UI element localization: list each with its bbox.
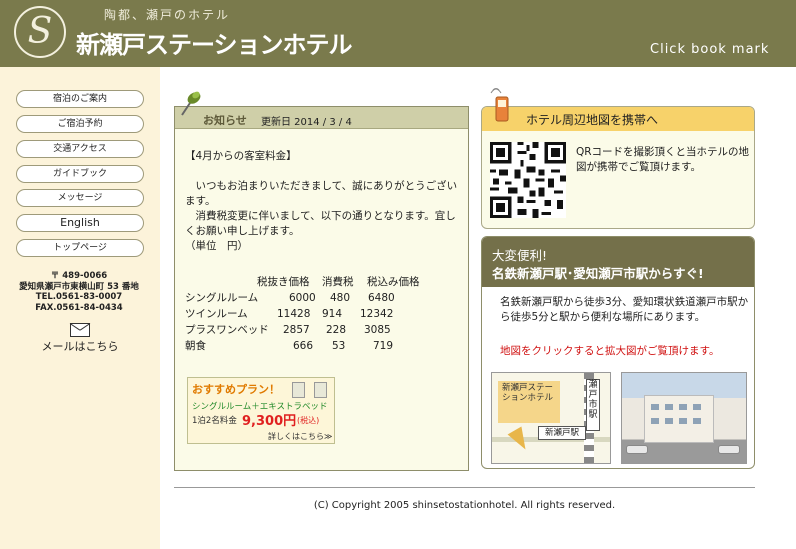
sidebar: 宿泊のご案内 ご宿泊予約 交通アクセス ガイドブック メッセージ English… bbox=[0, 67, 160, 549]
nav-stay-info[interactable]: 宿泊のご案内 bbox=[16, 90, 144, 108]
qr-panel-title: ホテル周辺地図を携帯へ bbox=[526, 113, 659, 127]
rate-base: 666 bbox=[293, 340, 314, 352]
rate-tax: 480 bbox=[330, 292, 351, 304]
access-panel: 大変便利! 名鉄新瀬戸駅･愛知瀬戸市駅からすぐ! 名鉄新瀬戸駅から徒歩3分、愛知… bbox=[481, 236, 755, 469]
promo-price: 9,300円 bbox=[242, 414, 297, 429]
map-seto-shi-station: 瀬戸市駅 bbox=[586, 379, 600, 431]
rate-base: 11428 bbox=[277, 308, 311, 320]
rate-room: プラスワンベッド bbox=[185, 324, 269, 336]
nav-message[interactable]: メッセージ bbox=[16, 189, 144, 207]
access-header: 大変便利! 名鉄新瀬戸駅･愛知瀬戸市駅からすぐ! bbox=[482, 237, 754, 287]
copyright: (C) Copyright 2005 shinsetostationhotel.… bbox=[313, 500, 616, 511]
pushpin-icon bbox=[181, 91, 201, 116]
header-tagline: 陶都、瀬戸のホテル bbox=[104, 8, 231, 22]
hotel-photo[interactable] bbox=[621, 372, 747, 464]
promo-plan-desc: 1泊2名料金 bbox=[192, 416, 237, 426]
nav-english[interactable]: English bbox=[16, 214, 144, 232]
notice-unit: （単位 円） bbox=[185, 240, 248, 252]
guest-figure-icon bbox=[314, 382, 327, 398]
promo-details-link[interactable]: 詳しくはこちら≫ bbox=[268, 431, 332, 442]
rate-total: 3085 bbox=[364, 324, 391, 336]
notice-body: 【4月からの客室料金】 いつもお泊まりいただきまして、誠にありがとうございます。… bbox=[185, 149, 463, 254]
mail-icon[interactable] bbox=[70, 323, 90, 337]
recommended-plan-banner[interactable]: おすすめプラン！ シングルルーム＋エキストラベッド 1泊2名料金 9,300円 … bbox=[187, 377, 335, 444]
hotel-address: 〒 489-0066 愛知県瀬戸市東横山町 53 番地 TEL.0561-83-… bbox=[4, 271, 154, 313]
promo-title: おすすめプラン！ bbox=[192, 383, 280, 396]
mail-link[interactable]: メールはこちら bbox=[0, 338, 160, 354]
rate-total: 12342 bbox=[360, 308, 394, 320]
access-title: 大変便利! bbox=[492, 248, 548, 263]
rate-room: ツインルーム bbox=[185, 308, 248, 320]
notice-heading: 【4月からの客室料金】 bbox=[185, 150, 297, 162]
fax-number: FAX.0561-84-0434 bbox=[35, 302, 123, 313]
bookmark-link[interactable]: Click book mark bbox=[650, 42, 769, 57]
rate-tax: 914 bbox=[322, 308, 343, 320]
qr-panel-header: ホテル周辺地図を携帯へ bbox=[482, 107, 754, 131]
nav-guidebook[interactable]: ガイドブック bbox=[16, 165, 144, 183]
area-map[interactable]: 新瀬戸ステーションホテル 瀬戸市駅 新瀬戸駅 bbox=[491, 372, 611, 464]
map-arrow-icon bbox=[507, 426, 533, 454]
notice-title: お知らせ bbox=[203, 114, 247, 127]
rate-header-base: 税抜き価格 bbox=[257, 276, 310, 288]
site-header: S 陶都、瀬戸のホテル 新瀬戸ステーションホテル Click book mark bbox=[0, 0, 796, 67]
rate-tax: 53 bbox=[332, 340, 346, 352]
map-hotel-label: 新瀬戸ステーションホテル bbox=[498, 381, 560, 423]
access-description: 名鉄新瀬戸駅から徒歩3分、愛知環状鉄道瀬戸市駅から徒歩5分と駅から便利な場所にあ… bbox=[500, 296, 749, 323]
logo[interactable]: S bbox=[14, 6, 66, 58]
notice-panel: お知らせ 更新日 2014 / 3 / 4 【4月からの客室料金】 いつもお泊ま… bbox=[174, 91, 469, 471]
logo-letter: S bbox=[27, 11, 53, 52]
street-address: 愛知県瀬戸市東横山町 53 番地 bbox=[19, 281, 139, 292]
nav-reservation[interactable]: ご宿泊予約 bbox=[16, 115, 144, 133]
qr-code bbox=[490, 142, 566, 218]
rate-header-tax: 消費税 bbox=[322, 276, 354, 288]
access-subtitle: 名鉄新瀬戸駅･愛知瀬戸市駅からすぐ! bbox=[492, 266, 704, 281]
phone-number: TEL.0561-83-0007 bbox=[35, 292, 123, 302]
promo-tax-note: (税込) bbox=[297, 416, 320, 425]
hotel-name: 新瀬戸ステーションホテル bbox=[76, 31, 353, 59]
rate-base: 6000 bbox=[289, 292, 316, 304]
footer-divider bbox=[174, 487, 755, 488]
notice-paragraph: いつもお泊まりいただきまして、誠にありがとうございます。 bbox=[185, 180, 458, 207]
hotel-building bbox=[644, 395, 714, 443]
qr-map-panel: ホテル周辺地図を携帯へ QRコードを撮影頂くと当ホテルの地図が携帯でご覧頂けます… bbox=[481, 88, 755, 229]
notice-header: お知らせ 更新日 2014 / 3 / 4 bbox=[175, 91, 468, 129]
rate-tax: 228 bbox=[326, 324, 347, 336]
nav-access[interactable]: 交通アクセス bbox=[16, 140, 144, 158]
nav-top-page[interactable]: トップページ bbox=[16, 239, 144, 257]
notice-paragraph: 消費税変更に伴いまして、以下の通りとなります。宜しくお願い申し上げます。 bbox=[185, 210, 456, 237]
rate-room: 朝食 bbox=[185, 340, 206, 352]
rate-total: 6480 bbox=[368, 292, 395, 304]
postal-code: 〒 489-0066 bbox=[50, 271, 108, 281]
notice-updated-date: 更新日 2014 / 3 / 4 bbox=[261, 117, 352, 128]
rate-room: シングルルーム bbox=[185, 292, 259, 304]
map-shin-seto-station: 新瀬戸駅 bbox=[538, 426, 586, 440]
qr-description: QRコードを撮影頂くと当ホテルの地図が携帯でご覧頂けます。 bbox=[576, 146, 750, 173]
rate-total: 719 bbox=[373, 340, 394, 352]
guest-figure-icon bbox=[292, 382, 305, 398]
rate-header-total: 税込み価格 bbox=[367, 276, 420, 288]
rate-base: 2857 bbox=[283, 324, 310, 336]
map-click-note: 地図をクリックすると拡大図がご覧頂けます。 bbox=[500, 345, 720, 357]
mobile-phone-icon bbox=[490, 88, 509, 122]
